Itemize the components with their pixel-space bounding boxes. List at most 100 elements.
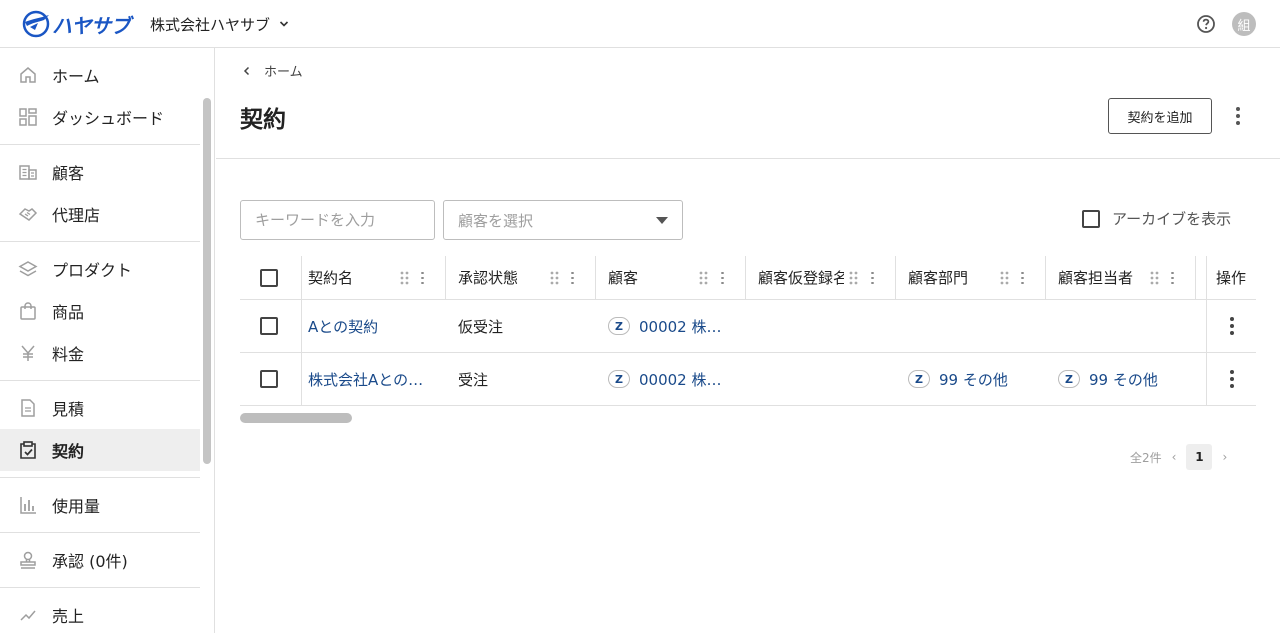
sidebar-item-contracts[interactable]: 契約 [0,429,200,471]
nav-group-approvals: 承認 (0件) [0,533,200,588]
page-title: 契約 [240,107,286,133]
breadcrumb[interactable]: ホーム [242,61,303,80]
table-row: Aとの契約 仮受注 Z 00002 株式会社A [240,300,1256,353]
sidebar-item-quotes[interactable]: 見積 [0,387,200,429]
contract-name-link[interactable]: Aとの契約 [308,300,434,352]
column-menu-icon[interactable] [419,270,425,286]
column-menu-icon[interactable] [869,270,875,286]
sidebar-item-label: 代理店 [52,206,101,225]
drag-handle-icon[interactable] [849,270,859,286]
drag-handle-icon[interactable] [1150,270,1160,286]
add-contract-button[interactable]: 契約を追加 [1108,98,1212,134]
customer-link[interactable]: Z 00002 株式会社A [608,300,734,352]
show-archive-toggle[interactable]: アーカイブを表示 [1082,208,1231,229]
table-horizontal-scrollbar[interactable] [240,413,352,423]
customer-link[interactable]: Z 00002 株式会社A [608,353,734,405]
avatar[interactable]: 組 [1232,12,1256,36]
drag-handle-icon[interactable] [699,270,709,286]
contact-name: 99 その他 [1089,370,1158,389]
sidebar-item-dashboard[interactable]: ダッシュボード [0,96,200,138]
sidebar-item-items[interactable]: 商品 [0,290,200,332]
header-divider [216,158,1280,159]
clipboard-check-icon [18,440,38,460]
sidebar: ホーム ダッシュボード 顧客 代理店 プロダクト 商品 料金 見積 契約 使用量… [0,48,215,633]
logo-text: ハヤサブ [52,13,131,38]
department-link[interactable]: Z 99 その他 [908,353,1034,405]
sidebar-item-label: 売上 [52,607,85,626]
column-header-approval-status[interactable]: 承認状態 [458,256,548,299]
handshake-icon [18,204,38,224]
nav-group-quotes: 見積 契約 [0,381,200,478]
keyword-search-input[interactable] [240,200,435,240]
page-number-current[interactable]: 1 [1186,444,1213,470]
column-header-contract-name[interactable]: 契約名 [308,256,398,299]
drag-handle-icon[interactable] [1000,270,1010,286]
show-archive-label: アーカイブを表示 [1112,210,1232,228]
row-actions-menu-icon[interactable] [1222,353,1242,405]
drag-handle-icon[interactable] [400,270,410,286]
sidebar-item-customers[interactable]: 顧客 [0,151,200,193]
more-options-icon[interactable] [1228,104,1248,128]
column-menu-icon[interactable] [1019,270,1025,286]
show-archive-checkbox[interactable] [1082,209,1100,228]
contact-link[interactable]: Z 99 その他 [1058,353,1184,405]
sidebar-item-label: 承認 (0件) [52,552,128,571]
sidebar-item-sales[interactable]: 売上 [0,594,200,633]
nav-group-customers: 顧客 代理店 [0,145,200,242]
sidebar-item-home[interactable]: ホーム [0,54,200,96]
layers-icon [18,259,38,279]
document-icon [18,398,38,418]
actions-column-divider [1206,256,1207,406]
building-icon [18,162,38,182]
sidebar-item-label: ホーム [52,67,100,86]
sidebar-item-approvals[interactable]: 承認 (0件) [0,539,200,581]
column-menu-icon[interactable] [569,270,575,286]
prev-page-icon[interactable]: ‹ [1172,450,1177,464]
brand-logo[interactable]: ハヤサブ [22,8,131,40]
nav-group-products: プロダクト 商品 料金 [0,242,200,381]
select-all-checkbox[interactable] [260,268,278,287]
breadcrumb-home[interactable]: ホーム [264,61,303,80]
column-header-customer-contact[interactable]: 顧客担当者 [1058,256,1148,299]
top-bar: ハヤサブ 株式会社ハヤサブ 組 [0,0,1280,48]
nav-group-usage: 使用量 [0,478,200,533]
sidebar-item-usage[interactable]: 使用量 [0,484,200,526]
customer-select[interactable]: 顧客を選択 [443,200,683,240]
yen-icon [18,343,38,363]
contract-name-link[interactable]: 株式会社Aとの契約 [308,353,434,405]
row-select-cell [260,353,278,405]
drag-handle-icon[interactable] [550,270,560,286]
column-header-actions: 操作 [1216,269,1247,287]
contracts-table: 契約名 承認状態 顧客 顧客仮登録名 顧客部門 顧客担当者 操作 Aとの契約 仮… [240,256,1256,406]
help-icon[interactable] [1196,14,1216,34]
row-actions-menu-icon[interactable] [1222,300,1242,352]
sales-icon [18,605,38,625]
main-content: ホーム 契約 契約を追加 顧客を選択 アーカイブを表示 契約名 承認状態 [216,48,1280,633]
sidebar-item-products[interactable]: プロダクト [0,248,200,290]
z-badge-icon: Z [608,317,630,335]
column-header-customer[interactable]: 顧客 [608,256,698,299]
company-switcher[interactable]: 株式会社ハヤサブ [150,12,290,36]
row-checkbox[interactable] [260,317,278,335]
row-select-cell [260,300,278,352]
caret-down-icon [656,217,668,224]
sidebar-item-label: 見積 [52,400,85,419]
column-header-customer-provisional-name[interactable]: 顧客仮登録名 [758,256,844,299]
sidebar-item-label: 商品 [52,303,85,322]
table-row: 株式会社Aとの契約 受注 Z 00002 株式会社A Z 99 その他 Z 99… [240,353,1256,406]
column-menu-icon[interactable] [719,270,725,286]
sidebar-item-pricing[interactable]: 料金 [0,332,200,374]
row-checkbox[interactable] [260,370,278,388]
next-page-icon[interactable]: › [1222,450,1227,464]
column-menu-icon[interactable] [1169,270,1175,286]
sidebar-item-agencies[interactable]: 代理店 [0,193,200,235]
nav-group-home: ホーム ダッシュボード [0,48,200,145]
home-icon [18,65,38,85]
company-name: 株式会社ハヤサブ [150,15,271,34]
nav-group-sales: 売上 [0,588,200,633]
column-header-customer-department[interactable]: 顧客部門 [908,256,998,299]
z-badge-icon: Z [1058,370,1080,388]
sidebar-item-label: ダッシュボード [52,109,165,128]
approval-status: 仮受注 [458,317,504,336]
sidebar-scrollbar[interactable] [203,98,211,464]
